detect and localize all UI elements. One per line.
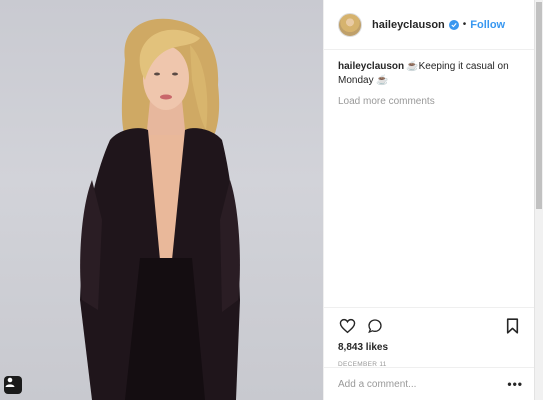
post-actions: 8,843 likes DECEMBER 11 (324, 307, 535, 368)
user-tag-icon[interactable] (4, 376, 22, 394)
verified-badge-icon (448, 19, 459, 30)
action-icons-row (338, 314, 521, 338)
heart-icon[interactable] (338, 317, 356, 335)
likes-count[interactable]: 8,843 likes (338, 342, 521, 353)
comment-bubble-icon[interactable] (366, 317, 384, 335)
caption: haileyclauson ☕Keeping it casual on Monda… (338, 60, 520, 88)
model-photo-illustration (80, 18, 240, 400)
add-comment-bar: ••• (324, 367, 535, 400)
separator-dot: • (462, 19, 467, 30)
comments-section: haileyclauson ☕Keeping it casual on Monda… (324, 50, 534, 305)
post-header: haileyclauson • Follow (324, 0, 534, 50)
caption-username[interactable]: haileyclauson (338, 61, 404, 72)
post-photo[interactable] (0, 0, 323, 400)
page-scrollbar[interactable] (534, 0, 543, 400)
load-more-comments-link[interactable]: Load more comments (338, 96, 520, 107)
bookmark-icon[interactable] (503, 317, 521, 335)
avatar[interactable] (338, 12, 362, 37)
post-sidebar: haileyclauson • Follow haileyclauson ☕Kee… (323, 0, 535, 400)
comment-input[interactable] (338, 378, 508, 390)
follow-button[interactable]: Follow (470, 19, 505, 31)
more-options-button[interactable]: ••• (507, 377, 523, 391)
scrollbar-thumb[interactable] (536, 2, 542, 209)
author-username[interactable]: haileyclauson (372, 19, 445, 31)
